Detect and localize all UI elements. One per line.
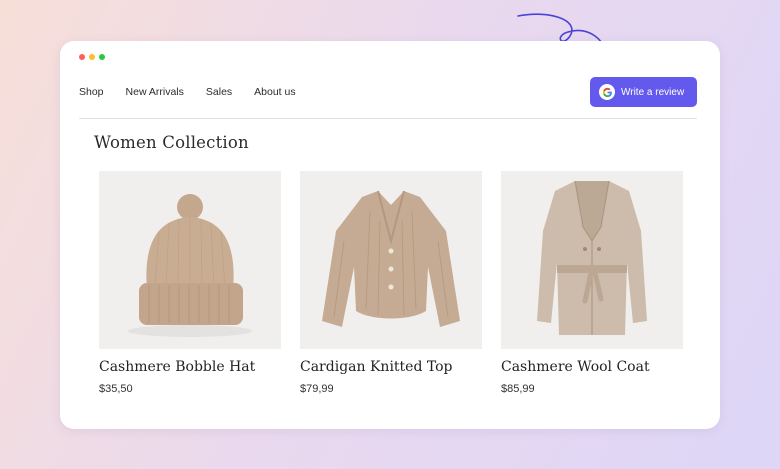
google-icon bbox=[599, 84, 615, 100]
page-title: Women Collection bbox=[94, 133, 249, 152]
header-divider bbox=[79, 118, 697, 119]
wool-coat-image bbox=[537, 180, 647, 335]
product-price: $85,99 bbox=[501, 383, 535, 395]
product-name[interactable]: Cashmere Wool Coat bbox=[501, 359, 683, 375]
product-price: $79,99 bbox=[300, 383, 334, 395]
product-name[interactable]: Cashmere Bobble Hat bbox=[99, 359, 281, 375]
maximize-window-dot[interactable] bbox=[99, 54, 105, 60]
product-image[interactable] bbox=[501, 171, 683, 349]
beanie-hat-image bbox=[128, 194, 252, 337]
product-card[interactable]: Cashmere Bobble Hat $35,50 bbox=[99, 171, 281, 395]
main-nav: Shop New Arrivals Sales About us bbox=[79, 86, 318, 98]
product-price: $35,50 bbox=[99, 383, 133, 395]
product-card[interactable]: Cashmere Wool Coat $85,99 bbox=[501, 171, 683, 395]
product-name[interactable]: Cardigan Knitted Top bbox=[300, 359, 482, 375]
product-card[interactable]: Cardigan Knitted Top $79,99 bbox=[300, 171, 482, 395]
browser-window: Shop New Arrivals Sales About us Write a… bbox=[60, 41, 720, 429]
close-window-dot[interactable] bbox=[79, 54, 85, 60]
nav-item-about-us[interactable]: About us bbox=[254, 86, 295, 98]
nav-item-sales[interactable]: Sales bbox=[206, 86, 232, 98]
product-image[interactable] bbox=[300, 171, 482, 349]
cardigan-image bbox=[322, 190, 460, 327]
minimize-window-dot[interactable] bbox=[89, 54, 95, 60]
product-image[interactable] bbox=[99, 171, 281, 349]
window-controls bbox=[79, 54, 105, 60]
nav-item-shop[interactable]: Shop bbox=[79, 86, 104, 98]
nav-item-new-arrivals[interactable]: New Arrivals bbox=[126, 86, 184, 98]
write-review-label: Write a review bbox=[621, 86, 685, 98]
write-review-button[interactable]: Write a review bbox=[590, 77, 697, 107]
